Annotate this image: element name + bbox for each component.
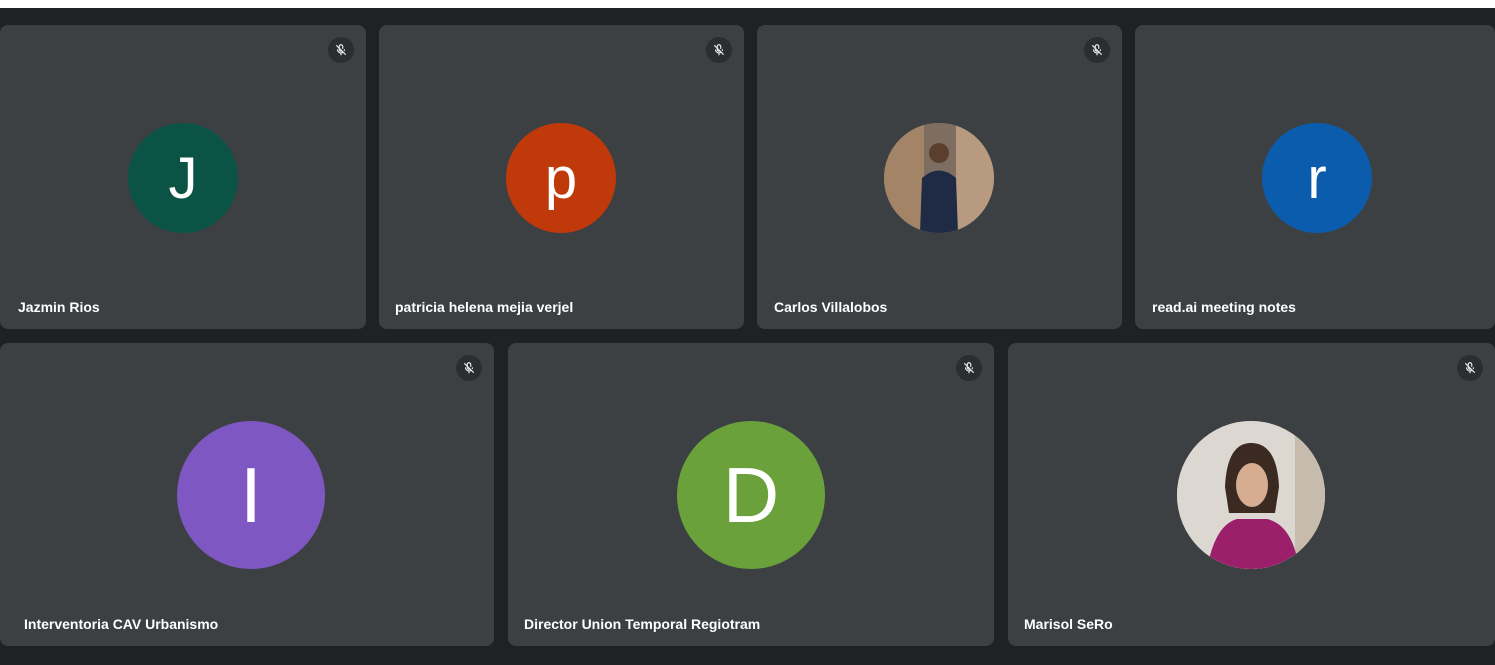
- participant-name: Interventoria CAV Urbanismo: [24, 616, 219, 632]
- participant-name: read.ai meeting notes: [1152, 299, 1296, 315]
- participant-tile[interactable]: I Interventoria CAV Urbanismo: [0, 343, 494, 646]
- profile-photo: [884, 123, 994, 233]
- profile-photo: [1177, 421, 1325, 569]
- mic-off-icon: [1084, 37, 1110, 63]
- participant-tile[interactable]: Carlos Villalobos: [757, 25, 1122, 329]
- participant-tile[interactable]: D Director Union Temporal Regiotram: [508, 343, 994, 646]
- mic-off-icon: [706, 37, 732, 63]
- avatar: D: [677, 421, 825, 569]
- mic-off-icon: [956, 355, 982, 381]
- meeting-grid: J Jazmin Rios p patricia helena mejia ve…: [0, 8, 1495, 665]
- avatar: r: [1262, 123, 1372, 233]
- participant-name: patricia helena mejia verjel: [395, 299, 574, 315]
- participant-tile[interactable]: J Jazmin Rios: [0, 25, 366, 329]
- participant-tile[interactable]: r read.ai meeting notes: [1135, 25, 1495, 329]
- avatar: I: [177, 421, 325, 569]
- mic-off-icon: [456, 355, 482, 381]
- avatar: J: [128, 123, 238, 233]
- participant-name: Jazmin Rios: [18, 299, 100, 315]
- mic-off-icon: [1457, 355, 1483, 381]
- participant-name: Director Union Temporal Regiotram: [524, 616, 761, 632]
- mic-off-icon: [328, 37, 354, 63]
- participant-tile[interactable]: Marisol SeRo: [1008, 343, 1495, 646]
- participant-tile[interactable]: p patricia helena mejia verjel: [379, 25, 744, 329]
- bottom-bar: [0, 651, 1495, 665]
- participant-name: Carlos Villalobos: [774, 299, 888, 315]
- participant-name: Marisol SeRo: [1024, 616, 1113, 632]
- avatar: p: [506, 123, 616, 233]
